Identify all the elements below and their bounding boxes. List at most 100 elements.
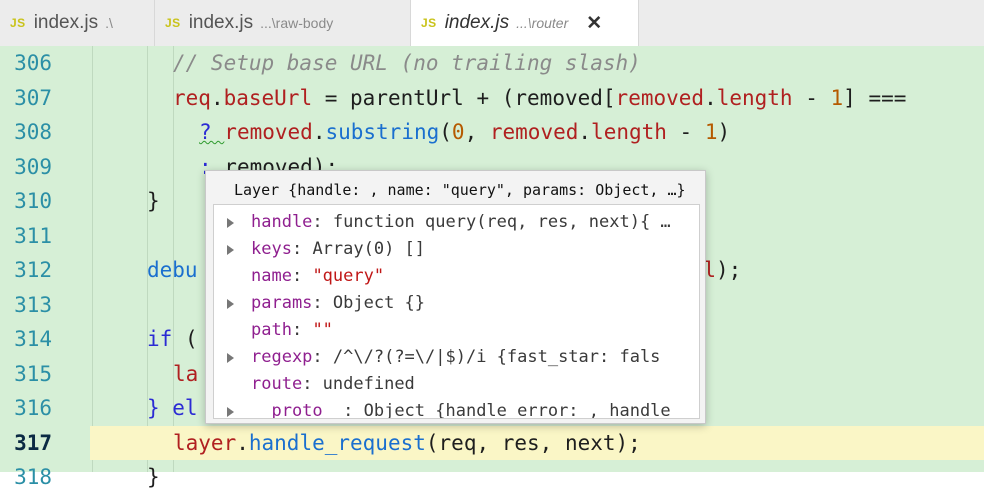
property-entry: name: "query" xyxy=(251,263,384,290)
code-line[interactable]: 308? removed.substring(0, removed.length… xyxy=(0,115,984,150)
code-line[interactable]: 317 layer.handle_request(req, res, next); xyxy=(0,425,984,460)
property-entry: handle: function query(req, res, next){ … xyxy=(251,209,671,236)
property-entry: regexp: /^\/?(?=\/|$)/i {fast_star: fals xyxy=(251,344,660,371)
code-token: 0 xyxy=(451,120,465,144)
code-token: length xyxy=(591,120,667,144)
code-token: ) xyxy=(717,120,731,144)
code-token: } xyxy=(147,189,160,213)
property-value: Object {handle_error: , handle xyxy=(363,401,671,419)
js-file-icon: JS xyxy=(421,16,437,30)
code-token: length xyxy=(716,85,793,110)
property-value: "" xyxy=(312,320,333,340)
hover-title: Layer {handle: , name: "query", params: … xyxy=(234,181,686,199)
line-number: 317 xyxy=(14,430,52,455)
code-text: req.baseUrl = parentUrl + (removed[remov… xyxy=(173,81,906,116)
expand-arrow-icon[interactable] xyxy=(227,407,234,417)
code-token: ( xyxy=(439,120,452,144)
code-token: removed xyxy=(224,120,313,144)
code-token: ); xyxy=(715,258,742,282)
property-entry: path: "" xyxy=(251,317,333,344)
property-value: function query(req, res, next){ … xyxy=(332,212,671,232)
property-colon: : xyxy=(291,266,313,286)
line-number: 310 xyxy=(14,189,52,213)
line-number: 318 xyxy=(14,465,52,489)
tab-filename: index.js xyxy=(33,12,99,33)
code-token: debu xyxy=(147,258,198,282)
property-value: Array(0) [] xyxy=(312,239,426,259)
code-token: if xyxy=(147,327,173,351)
close-icon[interactable]: ✕ xyxy=(586,12,602,35)
code-token: removed xyxy=(489,120,579,144)
line-number: 314 xyxy=(14,327,52,351)
property-key: path xyxy=(251,320,292,340)
tab-path: .\ xyxy=(105,15,113,31)
expand-arrow-icon[interactable] xyxy=(227,353,234,363)
code-token: . xyxy=(312,120,326,144)
code-token: removed xyxy=(615,85,705,110)
code-token: } xyxy=(147,465,160,489)
tab-filename: index.js xyxy=(444,12,510,33)
expand-arrow-icon[interactable] xyxy=(227,299,234,309)
object-inspector-tree[interactable]: handle: function query(req, res, next){ … xyxy=(213,204,700,419)
code-token: . xyxy=(704,85,717,110)
property-entry: keys: Array(0) [] xyxy=(251,236,425,263)
property-key: __proto__ xyxy=(251,401,344,419)
tab-path: ...\router xyxy=(516,15,569,31)
inspector-row-params[interactable]: params: Object {} xyxy=(214,290,699,317)
debug-hover-popup[interactable]: Layer {handle: , name: "query", params: … xyxy=(205,170,706,424)
property-key: regexp xyxy=(251,347,313,367)
code-token: , xyxy=(464,120,490,144)
code-line[interactable]: 307 req.baseUrl = parentUrl + (removed[re… xyxy=(0,81,984,116)
line-number: 312 xyxy=(14,258,52,282)
property-key: keys xyxy=(251,239,292,259)
property-colon: : xyxy=(291,239,313,259)
code-token: handle_request xyxy=(248,430,426,455)
inspector-row-regexp[interactable]: regexp: /^\/?(?=\/|$)/i {fast_star: fals xyxy=(214,344,699,371)
property-value: "query" xyxy=(312,266,385,286)
property-value: undefined xyxy=(322,374,415,394)
property-key: name xyxy=(251,266,292,286)
code-text: if ( xyxy=(147,322,198,357)
property-entry: params: Object {} xyxy=(251,290,425,317)
property-entry: route: undefined xyxy=(251,371,415,398)
tab-index-js-raw-body[interactable]: JS index.js ...\raw-body xyxy=(155,0,411,46)
property-colon: : xyxy=(291,320,313,340)
editor-tab-bar: JS index.js .\ JS index.js ...\raw-body … xyxy=(0,0,984,47)
tab-filename: index.js xyxy=(188,12,254,33)
code-token: ( xyxy=(172,327,198,351)
property-colon: : xyxy=(312,293,333,313)
code-text: ? removed.substring(0, removed.length - … xyxy=(199,115,730,150)
code-token: substring xyxy=(325,120,440,144)
js-file-icon: JS xyxy=(165,16,181,30)
code-line[interactable]: 318} xyxy=(0,460,984,495)
property-colon: : xyxy=(343,401,364,419)
property-value: /^\/?(?=\/|$)/i {fast_star: fals xyxy=(332,347,661,367)
line-number: 316 xyxy=(14,396,52,420)
tab-index-js-router-active[interactable]: JS index.js ...\router ✕ xyxy=(411,0,639,46)
code-token: req xyxy=(173,85,211,110)
inspector-row-name: name: "query" xyxy=(214,263,699,290)
inspector-row-keys[interactable]: keys: Array(0) [] xyxy=(214,236,699,263)
property-key: route xyxy=(251,374,303,394)
line-number: 309 xyxy=(14,154,52,179)
inspector-row-route: route: undefined xyxy=(214,371,699,398)
tab-path: ...\raw-body xyxy=(260,15,334,31)
inspector-row-handle[interactable]: handle: function query(req, res, next){ … xyxy=(214,209,699,236)
code-token: - xyxy=(792,85,831,110)
property-entry: __proto__: Object {handle_error: , handl… xyxy=(251,398,671,419)
line-number: 313 xyxy=(14,292,52,317)
line-number: 308 xyxy=(14,120,52,144)
code-token: 1 xyxy=(704,120,718,144)
code-text: // Setup base URL (no trailing slash) xyxy=(173,46,641,81)
property-colon: : xyxy=(312,347,333,367)
expand-arrow-icon[interactable] xyxy=(227,245,234,255)
code-token: } el xyxy=(147,396,198,420)
code-token: layer xyxy=(173,430,237,455)
line-number: 311 xyxy=(14,223,52,248)
tab-index-js-root[interactable]: JS index.js .\ xyxy=(0,0,155,46)
code-text: } xyxy=(147,460,160,495)
expand-arrow-icon[interactable] xyxy=(227,218,234,228)
inspector-row-proto[interactable]: __proto__: Object {handle_error: , handl… xyxy=(214,398,699,419)
code-line[interactable]: 306 // Setup base URL (no trailing slash) xyxy=(0,46,984,81)
property-key: params xyxy=(251,293,313,313)
